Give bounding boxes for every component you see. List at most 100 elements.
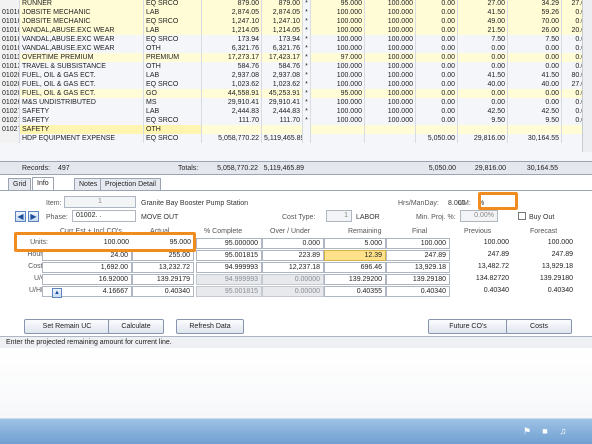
uhr-toggle-button[interactable]: ▲ (52, 288, 62, 298)
calculate-button[interactable]: Calculate (108, 319, 164, 334)
metric-over-under-field[interactable]: 223.89 (262, 250, 324, 261)
metric-pct-field[interactable]: 95.001815 (196, 250, 262, 261)
metric-actual-field[interactable]: 255.00 (132, 250, 194, 261)
metric-pct-field[interactable]: 94.999993 (196, 262, 262, 273)
header-actual: Actual (150, 228, 170, 235)
next-record-button[interactable]: ▶ (28, 211, 39, 222)
header-forecast: Forecast (530, 228, 558, 235)
cell-description: OVERTIME PREMIUM (20, 53, 144, 62)
min-proj-field[interactable]: 0.00% (460, 210, 498, 222)
cell-actual: 29,910.41 (262, 98, 303, 107)
table-row[interactable]: 01020. .FUEL, OIL & GAS ECT.EQ SRCO1,023… (0, 80, 592, 89)
cell-pct-complete: 100.000 (311, 26, 365, 35)
cell-pct-col-b: 100.000 (365, 107, 416, 116)
metric-remaining-field[interactable]: 139.29200 (324, 274, 386, 285)
buy-out-label: Buy Out (529, 214, 555, 221)
table-row[interactable]: HDP EQUIPMENT EXPENSE EQ SRCO 5,058,770.22… (0, 134, 592, 143)
cell-phase-code: 01027. . (0, 116, 20, 125)
cell-curr-est: 879.00 (202, 0, 262, 8)
grid-vertical-scrollbar[interactable] (582, 0, 592, 152)
phase-field[interactable]: 01002. . (72, 210, 136, 222)
chevron-right-icon: ▶ (30, 212, 37, 221)
metric-over-under-field: 0.00000 (262, 286, 324, 297)
cell-pct-col-b: 100.000 (365, 8, 416, 17)
metric-curr-est-field[interactable]: 1,692.00 (42, 262, 132, 273)
cell-flag: * (303, 71, 311, 80)
tab-notes[interactable]: Notes (74, 178, 103, 190)
metric-remaining-field[interactable]: 12.39 (324, 250, 386, 261)
table-row[interactable]: 01013. .TRAVEL & SUBSISTANCEOTH584.76584… (0, 62, 592, 71)
cell-pct-complete: 97.000 (311, 53, 365, 62)
metric-final-field[interactable]: 139.29180 (386, 274, 450, 285)
tab-projection-detail[interactable]: Projection Detail (100, 178, 161, 190)
metric-curr-est-field[interactable]: 24.00 (42, 250, 132, 261)
cell-actual: 17,423.17 (262, 53, 303, 62)
metric-final-field[interactable]: 0.40340 (386, 286, 450, 297)
metric-actual-field[interactable]: 95.000 (132, 238, 194, 249)
metric-remaining-field[interactable]: 5.000 (324, 238, 386, 249)
metric-final-field[interactable]: 13,929.18 (386, 262, 450, 273)
metric-final-field[interactable]: 247.89 (386, 250, 450, 261)
totals-curr-est: 5,058,770.22 (217, 165, 258, 172)
flag-icon[interactable]: ⚑ (522, 426, 532, 436)
volume-icon[interactable]: ♫ (558, 426, 568, 436)
table-row[interactable]: 01020. .FUEL, OIL & GAS ECT.LAB2,937.082… (0, 71, 592, 80)
tab-grid[interactable]: Grid (8, 178, 32, 190)
cell-actual: 1,247.10 (262, 17, 303, 26)
table-row[interactable]: 01010.400.JOBSITE MECHANICLAB2,874.052,8… (0, 8, 592, 17)
future-cos-button[interactable]: Future CO's (428, 319, 508, 334)
cell-col-a: 0.00 (416, 80, 458, 89)
cell-pct-col-b (365, 125, 416, 134)
cell-flag: * (303, 89, 311, 98)
cell-cost-type: LAB (144, 107, 202, 116)
metric-actual-field[interactable]: 0.40340 (132, 286, 194, 297)
cell-description: RUNNER (20, 0, 144, 8)
metric-actual-field[interactable]: 13,232.72 (132, 262, 194, 273)
metric-over-under-field: 0.00000 (262, 274, 324, 285)
buy-out-checkbox[interactable] (518, 212, 526, 220)
metric-over-under-field[interactable]: 12,237.18 (262, 262, 324, 273)
metric-remaining-field[interactable]: 0.40355 (324, 286, 386, 297)
cost-grid[interactable]: RUNNER EQ SRCO 879.00 879.00 * 95.000 100.000 0… (0, 0, 592, 166)
cell-flag: * (303, 8, 311, 17)
metric-curr-est-field[interactable]: 16.92000 (42, 274, 132, 285)
cell-actual: 2,874.05 (262, 8, 303, 17)
table-row[interactable]: 01010.400.JOBSITE MECHANICEQ SRCO1,247.1… (0, 17, 592, 26)
tab-info[interactable]: Info (32, 177, 54, 190)
cost-type-field[interactable]: 1 (326, 210, 352, 222)
metric-actual-field[interactable]: 139.29179 (132, 274, 194, 285)
totals-actual: 5,119,465.89 (263, 165, 304, 172)
cell-cost-type: LAB (144, 8, 202, 17)
table-row[interactable]: 01027. .SAFETYEQ SRCO111.70111.70*100.00… (0, 116, 592, 125)
costs-button[interactable]: Costs (506, 319, 572, 334)
metric-pct-field: 95.001815 (196, 286, 262, 297)
refresh-data-button[interactable]: Refresh Data (176, 319, 244, 334)
metric-curr-est-field[interactable]: 100.000 (42, 238, 132, 249)
table-row[interactable]: 01027. .SAFETYLAB2,444.832,444.83*100.00… (0, 107, 592, 116)
metric-final-field[interactable]: 100.000 (386, 238, 450, 249)
cell-pct-complete: 100.000 (311, 116, 365, 125)
metric-pct-field[interactable]: 95.000000 (196, 238, 262, 249)
table-row[interactable]: 01011. .OVERTIME PREMIUMPREMIUM17,273.17… (0, 53, 592, 62)
cell-actual: 5,119,465.89 (264, 134, 303, 143)
metric-over-under-field[interactable]: 0.000 (262, 238, 324, 249)
cell-col-a: 0.00 (416, 44, 458, 53)
cell-col-c: 9.50 (508, 116, 562, 125)
cost-type-label: Cost Type: (282, 214, 316, 221)
table-row[interactable]: 01010.430.VANDAL,ABUSE.EXC WEAROTH6,321.… (0, 44, 592, 53)
table-row[interactable]: 01027. .SAFETYOTH (0, 125, 592, 134)
cell-col-c: 40.00 (508, 80, 562, 89)
table-row[interactable]: 01026. .M&S UNDISTRIBUTEDMS29,910.4129,9… (0, 98, 592, 107)
cell-pct-col-b: 100.000 (365, 116, 416, 125)
item-field[interactable]: 1 (64, 196, 136, 208)
metric-previous-field: 100.000 (483, 239, 509, 246)
cell-description: FUEL, OIL & GAS ECT. (20, 71, 144, 80)
table-row[interactable]: 01020. .FUEL, OIL & GAS ECT.GO44,558.914… (0, 89, 592, 98)
table-row[interactable]: RUNNER EQ SRCO 879.00 879.00 * 95.000 100.000 0… (0, 0, 592, 8)
set-remain-uc-button[interactable]: Set Remain UC (24, 319, 110, 334)
metric-remaining-field[interactable]: 696.46 (324, 262, 386, 273)
table-row[interactable]: 01010.430.VANDAL,ABUSE.EXC WEARLAB1,214.… (0, 26, 592, 35)
network-icon[interactable]: ■ (540, 426, 550, 436)
table-row[interactable]: 01010.430.VANDAL,ABUSE.EXC WEAREQ SRCO17… (0, 35, 592, 44)
prev-record-button[interactable]: ◀ (15, 211, 26, 222)
